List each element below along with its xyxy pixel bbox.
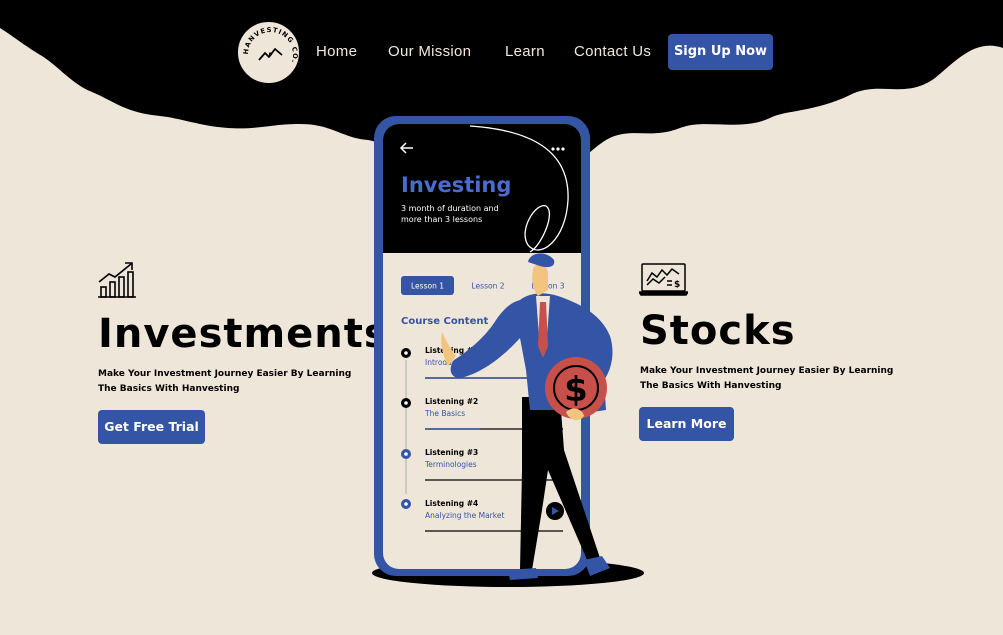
learn-more-button[interactable]: Learn More xyxy=(639,407,734,441)
sign-up-button[interactable]: Sign Up Now xyxy=(668,34,773,70)
logo-text: HANVESTING CO. xyxy=(242,26,298,65)
phone-subtitle-line1: 3 month of duration and xyxy=(401,204,499,213)
growth-chart-icon xyxy=(98,262,136,298)
investments-title: Investments xyxy=(98,311,389,357)
nav-contact-us[interactable]: Contact Us xyxy=(574,43,651,60)
brand-logo[interactable]: HANVESTING CO. xyxy=(236,20,301,85)
svg-text:$: $ xyxy=(564,370,588,410)
phone-title: Investing xyxy=(401,173,511,197)
play-icon[interactable] xyxy=(546,502,564,520)
tab-lesson-1-label: Lesson 1 xyxy=(411,282,444,291)
nav-our-mission[interactable]: Our Mission xyxy=(388,43,471,60)
lesson-2-name: The Basics xyxy=(424,409,465,418)
lesson-3-label: Listening #3 xyxy=(425,448,478,457)
lesson-2-label: Listening #2 xyxy=(425,397,478,406)
investments-description: Make Your Investment Journey Easier By L… xyxy=(98,369,352,394)
nav-learn[interactable]: Learn xyxy=(505,43,545,60)
tab-lesson-2[interactable]: Lesson 2 xyxy=(472,282,505,291)
lesson-4-name: Analyzing the Market xyxy=(425,511,504,520)
more-options-icon[interactable] xyxy=(551,147,565,151)
lesson-3-name: Terminologies xyxy=(424,460,477,469)
stocks-description: Make Your Investment Journey Easier By L… xyxy=(640,366,894,391)
phone-mockup: Investing 3 month of duration and more t… xyxy=(372,116,644,587)
svg-text:$: $ xyxy=(674,280,680,290)
stocks-title: Stocks xyxy=(640,308,796,354)
course-content-heading: Course Content xyxy=(401,316,488,327)
lesson-4-label: Listening #4 xyxy=(425,499,478,508)
phone-subtitle-line2: more than 3 lessons xyxy=(401,215,482,224)
logo-emblem-icon: HANVESTING CO. xyxy=(242,26,299,65)
svg-text:HANVESTING CO.: HANVESTING CO. xyxy=(242,26,299,65)
get-free-trial-button[interactable]: Get Free Trial xyxy=(98,410,205,444)
nav-home[interactable]: Home xyxy=(316,43,357,60)
